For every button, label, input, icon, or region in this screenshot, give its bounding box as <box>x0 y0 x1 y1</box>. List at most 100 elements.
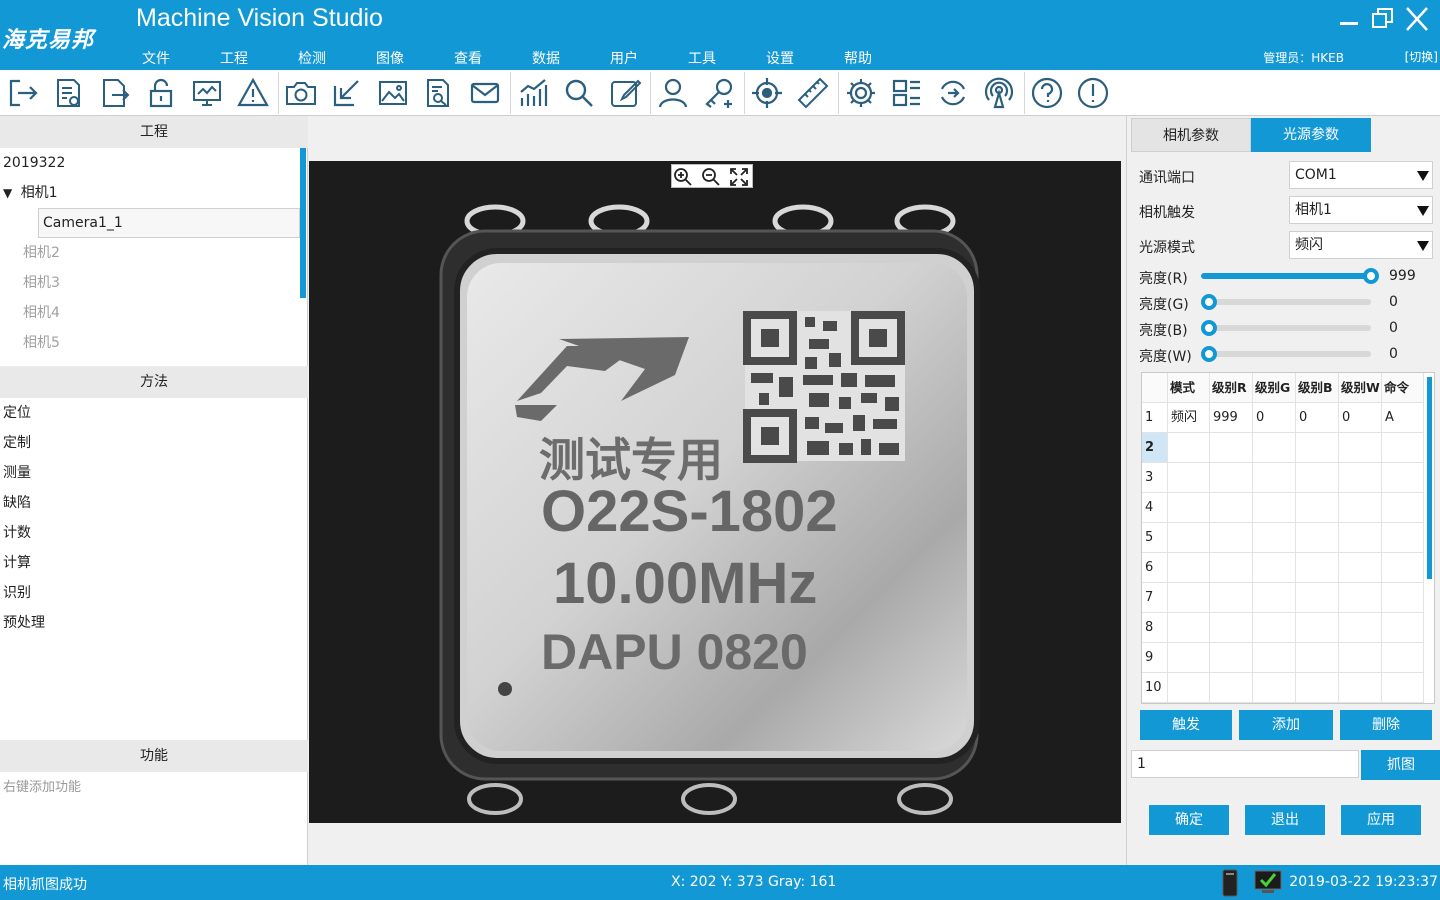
table-cell[interactable] <box>1339 523 1382 553</box>
table-cell[interactable] <box>1296 463 1339 493</box>
trigger-button[interactable]: 触发 <box>1140 710 1232 740</box>
table-row-index[interactable]: 3 <box>1142 463 1168 493</box>
method-count[interactable]: 计数 <box>3 518 203 548</box>
table-cell[interactable]: 0 <box>1296 403 1339 433</box>
table-cell[interactable] <box>1253 613 1296 643</box>
tree-item-camera2[interactable]: 相机2 <box>23 238 323 268</box>
table-cell[interactable] <box>1339 433 1382 463</box>
table-cell[interactable] <box>1210 643 1253 673</box>
method-locate[interactable]: 定位 <box>3 398 203 428</box>
table-cell[interactable]: 0 <box>1253 403 1296 433</box>
add-button[interactable]: 添加 <box>1239 710 1333 740</box>
table-cell[interactable] <box>1168 553 1210 583</box>
table-cell[interactable]: 999 <box>1210 403 1253 433</box>
table-row-index[interactable]: 4 <box>1142 493 1168 523</box>
table-cell[interactable] <box>1296 523 1339 553</box>
mail-button[interactable] <box>466 74 504 112</box>
lock-button[interactable] <box>142 74 180 112</box>
table-cell[interactable] <box>1210 553 1253 583</box>
table-cell[interactable] <box>1382 553 1424 583</box>
layout-button[interactable] <box>888 74 926 112</box>
table-cell[interactable] <box>1382 673 1424 703</box>
fit-screen-button[interactable] <box>728 166 750 188</box>
table-cell[interactable]: 0 <box>1339 403 1382 433</box>
menu-view[interactable]: 查看 <box>438 48 498 68</box>
close-button[interactable] <box>1402 4 1432 34</box>
table-cell[interactable] <box>1168 433 1210 463</box>
slider-knob[interactable] <box>1363 268 1379 284</box>
brightness-b-slider[interactable] <box>1201 320 1371 336</box>
method-recognize[interactable]: 识别 <box>3 578 203 608</box>
table-row-index[interactable]: 9 <box>1142 643 1168 673</box>
table-cell[interactable] <box>1210 613 1253 643</box>
table-row-index[interactable]: 8 <box>1142 613 1168 643</box>
table-row-index[interactable]: 10 <box>1142 673 1168 703</box>
method-calculate[interactable]: 计算 <box>3 548 203 578</box>
table-cell[interactable] <box>1253 673 1296 703</box>
method-preprocess[interactable]: 预处理 <box>3 608 203 638</box>
tab-light-params[interactable]: 光源参数 <box>1251 118 1371 152</box>
table-cell[interactable] <box>1339 613 1382 643</box>
table-cell[interactable] <box>1253 523 1296 553</box>
table-cell[interactable] <box>1296 613 1339 643</box>
menu-help[interactable]: 帮助 <box>828 48 888 68</box>
capture-count-input[interactable]: 1 <box>1131 750 1359 778</box>
zoom-in-button[interactable] <box>672 166 694 188</box>
table-cell[interactable] <box>1339 583 1382 613</box>
table-cell[interactable] <box>1210 433 1253 463</box>
table-cell[interactable] <box>1253 493 1296 523</box>
table-cell[interactable] <box>1168 583 1210 613</box>
menu-settings[interactable]: 设置 <box>750 48 810 68</box>
menu-tools[interactable]: 工具 <box>672 48 732 68</box>
table-row-index[interactable]: 1 <box>1142 403 1168 433</box>
help-button[interactable] <box>1028 74 1066 112</box>
tab-camera-params[interactable]: 相机参数 <box>1131 118 1251 152</box>
table-cell[interactable] <box>1296 493 1339 523</box>
edit-button[interactable] <box>606 74 644 112</box>
table-scrollbar[interactable] <box>1427 377 1432 579</box>
sync-button[interactable] <box>934 74 972 112</box>
brightness-w-slider[interactable] <box>1201 346 1371 362</box>
table-cell[interactable] <box>1382 463 1424 493</box>
method-defect[interactable]: 缺陷 <box>3 488 203 518</box>
menu-data[interactable]: 数据 <box>516 48 576 68</box>
table-cell[interactable] <box>1382 643 1424 673</box>
minimize-button[interactable] <box>1334 4 1364 34</box>
tree-item-camera5[interactable]: 相机5 <box>23 328 323 358</box>
tree-item-camera1-1[interactable]: Camera1_1 <box>38 208 300 238</box>
tree-item-camera4[interactable]: 相机4 <box>23 298 323 328</box>
camera-image[interactable]: 测试专用 O22S-1802 10.00MHz DAPU 0820 <box>309 161 1121 823</box>
table-cell[interactable] <box>1339 493 1382 523</box>
function-hint[interactable]: 右键添加功能 <box>3 776 81 795</box>
table-cell[interactable] <box>1168 673 1210 703</box>
ruler-button[interactable] <box>794 74 832 112</box>
menu-image[interactable]: 图像 <box>360 48 420 68</box>
zoom-out-button[interactable] <box>700 166 722 188</box>
method-measure[interactable]: 测量 <box>3 458 203 488</box>
table-cell[interactable] <box>1253 463 1296 493</box>
table-cell[interactable] <box>1296 553 1339 583</box>
table-cell[interactable] <box>1253 643 1296 673</box>
table-cell[interactable] <box>1382 493 1424 523</box>
table-cell[interactable] <box>1210 583 1253 613</box>
table-cell[interactable] <box>1382 523 1424 553</box>
table-cell[interactable] <box>1382 433 1424 463</box>
table-cell[interactable] <box>1168 613 1210 643</box>
table-cell[interactable] <box>1339 643 1382 673</box>
table-cell[interactable] <box>1168 463 1210 493</box>
search-button[interactable] <box>560 74 598 112</box>
table-cell[interactable] <box>1339 553 1382 583</box>
table-cell[interactable] <box>1339 673 1382 703</box>
target-button[interactable] <box>748 74 786 112</box>
switch-user-link[interactable]: [切换] <box>1405 48 1438 65</box>
brightness-r-slider[interactable] <box>1201 268 1379 284</box>
signal-button[interactable] <box>980 74 1018 112</box>
chart-button[interactable] <box>514 74 552 112</box>
table-cell[interactable] <box>1168 493 1210 523</box>
project-node[interactable]: 2019322 <box>3 148 303 178</box>
table-cell[interactable] <box>1339 463 1382 493</box>
slider-knob[interactable] <box>1201 346 1217 362</box>
table-cell[interactable] <box>1253 583 1296 613</box>
trigger-select[interactable]: 相机1 <box>1289 196 1433 224</box>
table-cell[interactable] <box>1210 673 1253 703</box>
